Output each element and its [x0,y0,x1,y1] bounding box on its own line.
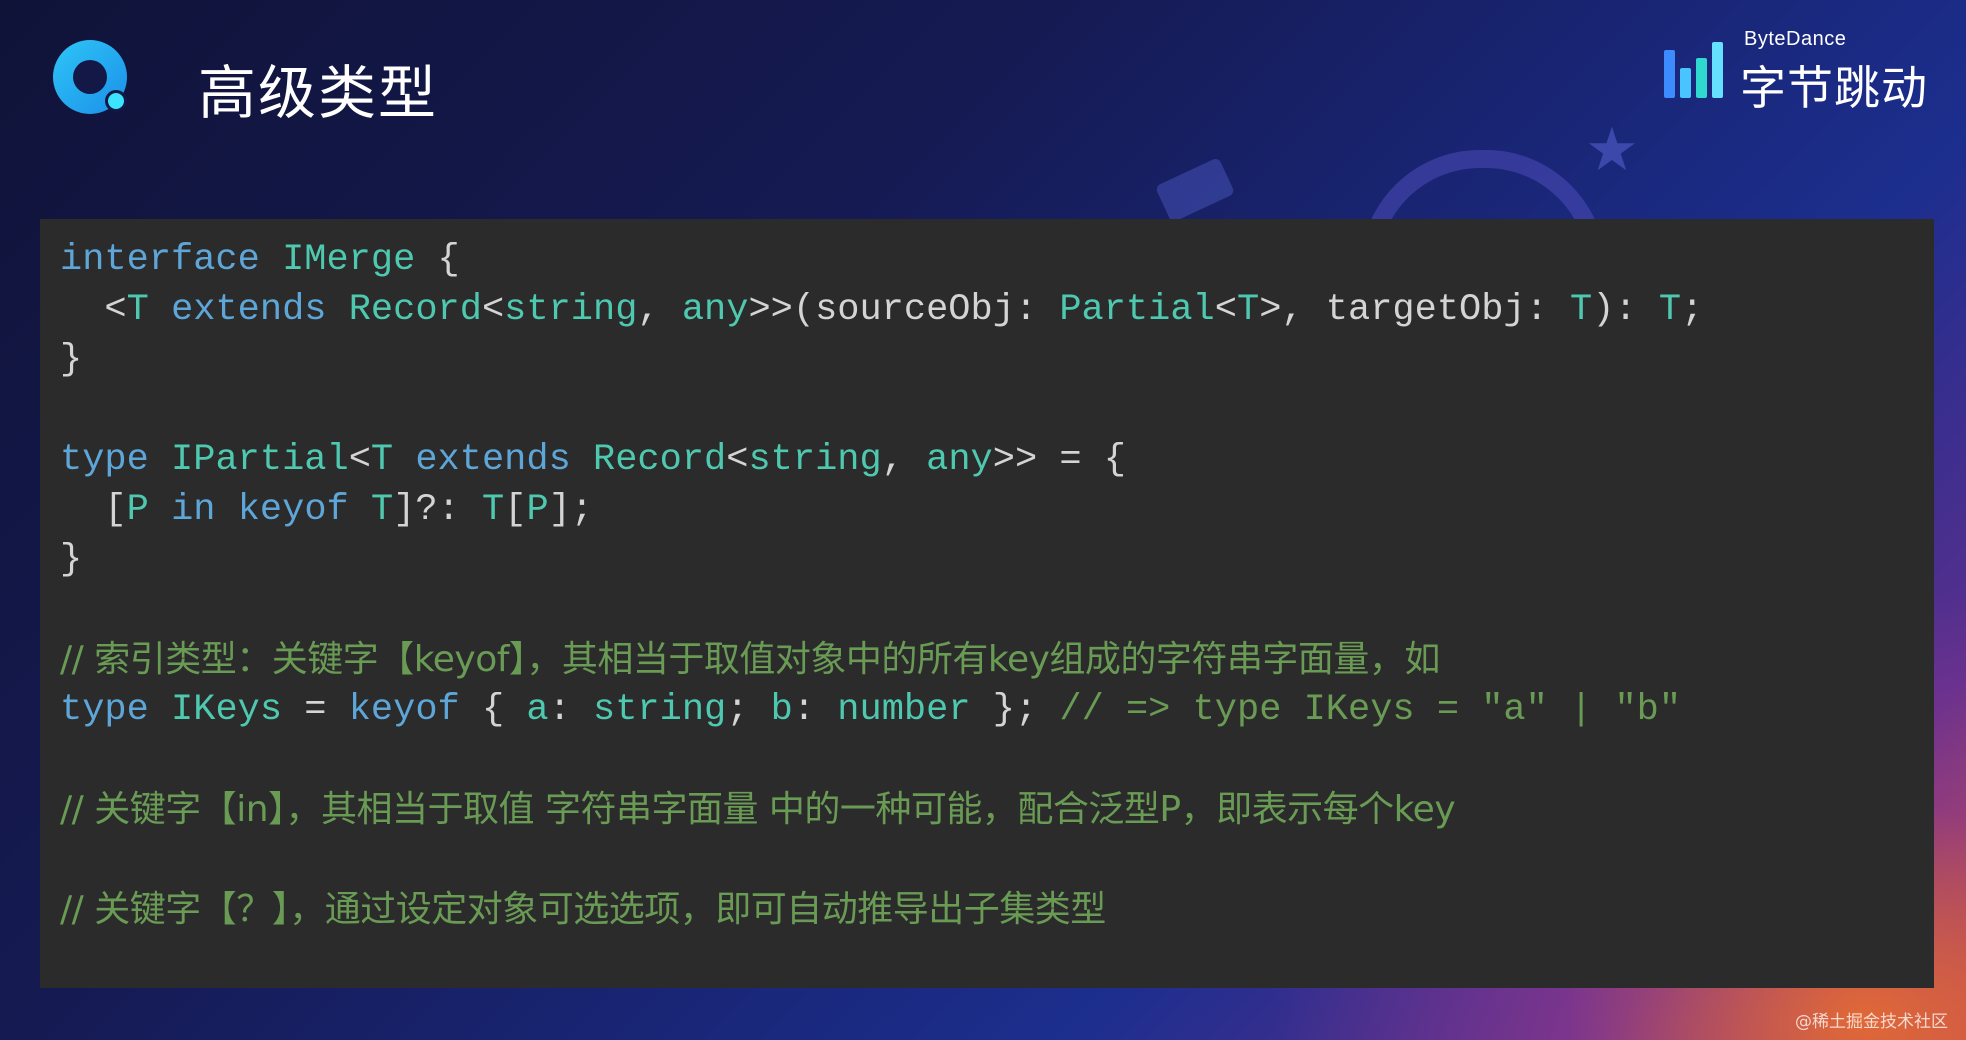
code-line: } [60,335,1934,385]
code-token-plain: , [881,439,927,481]
footer-credit: @稀土掘金技术社区 [1795,1012,1948,1032]
code-token-plain: >>(sourceObj: [748,289,1060,331]
code-token-type: T [482,489,505,531]
code-token-plain: < [481,289,505,331]
code-token-type: IPartial [171,439,349,481]
code-token-type: string [748,439,882,481]
code-token-plain: ]?: [393,489,482,531]
code-token-type: T [126,289,149,331]
code-token-plain: = [282,689,349,731]
code-token-plain: ]; [548,489,594,531]
code-token-plain: < [1214,289,1237,331]
code-line: } [60,535,1934,585]
brand-name-en: ByteDance [1744,28,1847,50]
code-token-plain: < [726,439,749,481]
code-token-keyword: keyof [237,489,349,531]
code-token-keyword: in [171,489,216,531]
code-token-plain: }; [970,689,1060,731]
code-line: // 索引类型：关键字【keyof】，其相当于取值对象中的所有key组成的字符串… [60,635,1934,685]
code-token-plain: { [459,689,527,731]
background-decoration-shape [1154,157,1236,223]
code-token-type: T [1658,289,1682,331]
code-token-type: Record [348,289,482,331]
brand-name-zh: 字节跳动 [1740,61,1928,115]
bytedance-bars-icon [1664,42,1728,98]
code-token-type: P [526,489,549,531]
code-line: interface IMerge { [60,235,1934,285]
code-token-plain: [ [504,489,527,531]
code-token-type: T [370,439,394,481]
code-line: <T extends Record<string, any>>(sourceOb… [60,285,1934,335]
code-line: type IKeys = keyof { a: string; b: numbe… [60,685,1934,735]
code-token-plain: , [637,289,682,331]
code-token-type: T [1570,289,1593,331]
page-title: 高级类型 [198,59,439,127]
code-line: [P in keyof T]?: T[P]; [60,485,1934,535]
code-token-type: string [593,689,727,731]
code-token-plain: [ [60,489,127,531]
code-token-type: Record [593,439,727,481]
code-token-keyword: extends [171,289,327,331]
code-token-keyword: extends [415,439,571,481]
code-line: // 关键字【in】，其相当于取值 字符串字面量 中的一种可能，配合泛型P，即表… [60,785,1934,835]
code-token-plain: >, targetObj: [1259,289,1571,331]
code-token-keyword: type [60,689,149,731]
code-token-comment: // 关键字【in】，其相当于取值 字符串字面量 中的一种可能，配合泛型P，即表… [60,789,1456,830]
code-token-plain: { [415,239,460,281]
code-token-plain: < [60,289,127,331]
code-token-comment: // 关键字【？】，通过设定对象可选选项，即可自动推导出子集类型 [60,889,1106,930]
code-token-plain: } [60,339,83,381]
code-token-plain: ; [726,689,771,731]
code-token-keyword: type [60,439,149,481]
code-token-keyword: interface [60,239,260,281]
code-token-keyword: keyof [348,689,460,731]
code-token-type: P [126,489,149,531]
code-token-type: string [504,289,638,331]
code-token-type: any [681,289,749,331]
code-token-plain: : [792,689,838,731]
bytedance-logo: ByteDance 字节跳动 [1660,28,1930,115]
app-logo-icon [53,40,127,114]
code-token-type: number [837,689,971,731]
code-token-type: IKeys [171,689,283,731]
code-panel: interface IMerge { <T extends Record<str… [40,219,1934,988]
code-token-plain: } [60,539,83,581]
code-token-type: Partial [1059,289,1215,331]
code-token-comment: // 索引类型：关键字【keyof】，其相当于取值对象中的所有key组成的字符串… [60,639,1440,680]
code-token-plain: ; [1681,289,1704,331]
code-token-type: T [370,489,394,531]
code-token-comment: // => type IKeys = "a" | "b" [1059,689,1682,731]
code-token-type: any [926,439,993,481]
code-token-type: IMerge [282,239,416,281]
code-line: type IPartial<T extends Record<string, a… [60,435,1934,485]
code-token-type: b [770,689,793,731]
star-icon: ★ [1585,116,1639,183]
code-token-type: a [526,689,549,731]
code-token-plain: >> = { [992,439,1126,481]
code-token-plain: : [548,689,593,731]
code-line: // 关键字【？】，通过设定对象可选选项，即可自动推导出子集类型 [60,885,1934,935]
code-token-type: T [1236,289,1260,331]
code-token-plain: ): [1592,289,1659,331]
code-token-plain: < [348,439,371,481]
